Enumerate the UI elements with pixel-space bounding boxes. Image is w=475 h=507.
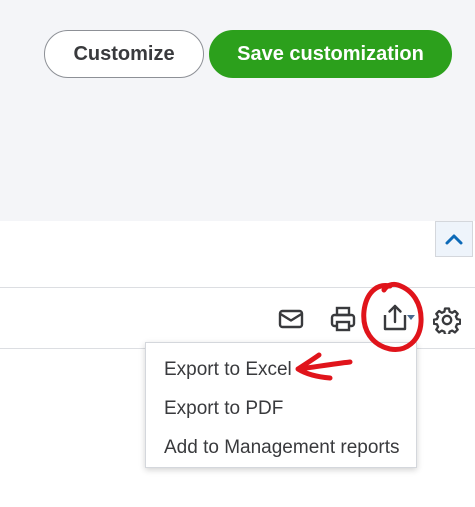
export-icon — [383, 304, 415, 331]
export-menu: Export to Excel Export to PDF Add to Man… — [145, 342, 417, 468]
save-customization-button[interactable]: Save customization — [209, 30, 452, 78]
save-customization-button-label: Save customization — [237, 42, 424, 65]
caret-down-icon — [407, 315, 415, 320]
customize-button-label: Customize — [73, 42, 175, 65]
collapse-button[interactable] — [435, 221, 473, 257]
print-button[interactable] — [328, 303, 358, 335]
chevron-up-icon — [445, 234, 463, 245]
settings-button[interactable] — [432, 305, 462, 335]
export-button[interactable] — [380, 300, 418, 336]
gear-icon — [433, 307, 461, 334]
toolbar-top-divider — [0, 287, 475, 288]
export-to-pdf-item[interactable]: Export to PDF — [164, 398, 283, 420]
email-icon — [278, 309, 304, 329]
email-button[interactable] — [277, 305, 305, 333]
export-to-excel-item[interactable]: Export to Excel — [164, 359, 292, 381]
print-icon — [330, 306, 356, 332]
add-to-management-reports-item[interactable]: Add to Management reports — [164, 437, 400, 459]
customize-button[interactable]: Customize — [44, 30, 204, 78]
